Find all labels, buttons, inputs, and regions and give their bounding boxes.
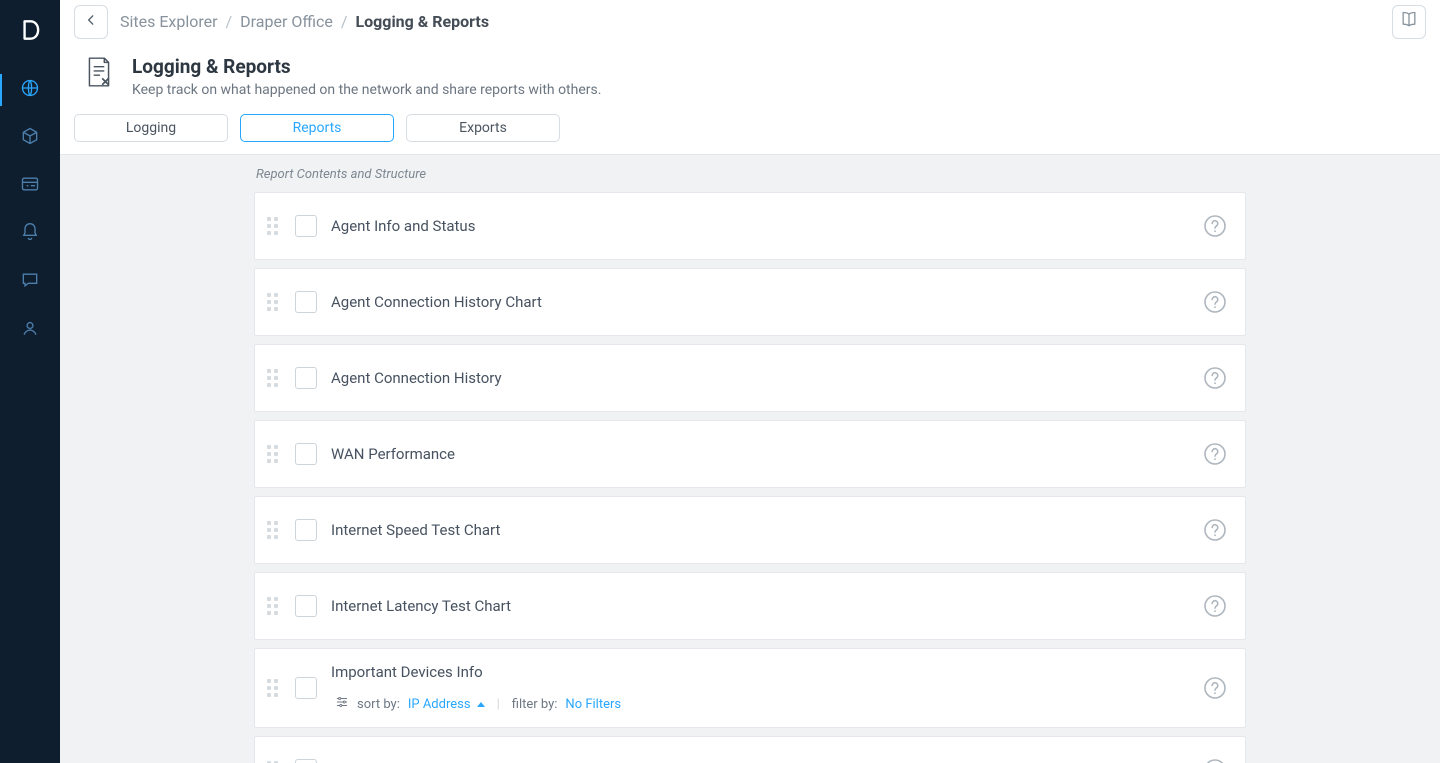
tab-exports[interactable]: Exports bbox=[406, 114, 560, 142]
sidebar-nav-dashboard[interactable] bbox=[0, 162, 60, 210]
breadcrumb-level-2[interactable]: Draper Office bbox=[240, 12, 333, 31]
report-item-body: Internet Latency Test Chart bbox=[331, 597, 1203, 615]
breadcrumb-separator: / bbox=[341, 12, 348, 31]
report-item-body: Agent Connection History Chart bbox=[331, 293, 1203, 311]
include-checkbox[interactable] bbox=[295, 595, 317, 617]
report-item-title: Agent Connection History bbox=[331, 369, 1203, 387]
help-icon[interactable] bbox=[1203, 518, 1227, 542]
help-icon[interactable] bbox=[1203, 442, 1227, 466]
page-subtitle: Keep track on what happened on the netwo… bbox=[132, 82, 601, 98]
report-item-title: WAN Performance bbox=[331, 445, 1203, 463]
report-item: Internet Speed Test Chart bbox=[254, 496, 1246, 564]
sidebar-nav-user[interactable] bbox=[0, 306, 60, 354]
topbar: Sites Explorer / Draper Office / Logging… bbox=[60, 0, 1440, 43]
chat-icon bbox=[20, 270, 40, 294]
report-item-title: Internet Latency Test Chart bbox=[331, 597, 1203, 615]
report-item-body: Agent Info and Status bbox=[331, 217, 1203, 235]
report-item: Agent Connection History Chart bbox=[254, 268, 1246, 336]
sort-by-label: sort by: bbox=[357, 697, 400, 712]
caret-up-icon bbox=[477, 702, 485, 707]
help-icon[interactable] bbox=[1203, 758, 1227, 763]
chevron-left-icon bbox=[84, 13, 98, 30]
drag-handle-icon[interactable] bbox=[267, 521, 281, 539]
sidebar-nav-chat[interactable] bbox=[0, 258, 60, 306]
include-checkbox[interactable] bbox=[295, 519, 317, 541]
include-checkbox[interactable] bbox=[295, 215, 317, 237]
report-item-title: Agent Connection History Chart bbox=[331, 293, 1203, 311]
bell-icon bbox=[20, 222, 40, 246]
section-label: Report Contents and Structure bbox=[254, 167, 1246, 192]
sidebar-nav-sites[interactable] bbox=[0, 66, 60, 114]
breadcrumb-level-1[interactable]: Sites Explorer bbox=[120, 12, 218, 31]
content-scroll[interactable]: Report Contents and Structure Agent Info… bbox=[60, 155, 1440, 763]
page-header: Logging & Reports Keep track on what hap… bbox=[60, 43, 1440, 104]
report-item: Internet Latency Test Chart bbox=[254, 572, 1246, 640]
sidebar bbox=[0, 0, 60, 763]
help-icon[interactable] bbox=[1203, 594, 1227, 618]
report-item: Agent Info and Status bbox=[254, 192, 1246, 260]
drag-handle-icon[interactable] bbox=[267, 679, 281, 697]
page-title: Logging & Reports bbox=[132, 55, 601, 78]
tab-logging[interactable]: Logging bbox=[74, 114, 228, 142]
report-item: Important Devices Info sort by: IP Address… bbox=[254, 648, 1246, 728]
report-item: WAN Performance bbox=[254, 420, 1246, 488]
report-item-body: Agent Connection History bbox=[331, 369, 1203, 387]
filter-by-value[interactable]: No Filters bbox=[565, 697, 621, 712]
sort-by-value[interactable]: IP Address bbox=[408, 697, 485, 712]
report-item-body: WAN Performance bbox=[331, 445, 1203, 463]
include-checkbox[interactable] bbox=[295, 677, 317, 699]
drag-handle-icon[interactable] bbox=[267, 217, 281, 235]
filter-by-label: filter by: bbox=[512, 697, 558, 712]
sidebar-nav-alerts[interactable] bbox=[0, 210, 60, 258]
main-panel: Sites Explorer / Draper Office / Logging… bbox=[60, 0, 1440, 763]
report-item-controls: sort by: IP Address | filter by: No Filters bbox=[331, 695, 1203, 713]
cube-icon bbox=[20, 126, 40, 150]
report-items-list: Agent Info and Status Agent Connection Hi… bbox=[254, 192, 1246, 763]
report-item: Not Important Devices Info bbox=[254, 736, 1246, 763]
tabs: Logging Reports Exports bbox=[60, 104, 1440, 155]
app-logo[interactable] bbox=[0, 0, 60, 60]
breadcrumb-current: Logging & Reports bbox=[355, 12, 489, 31]
drag-handle-icon[interactable] bbox=[267, 293, 281, 311]
back-button[interactable] bbox=[74, 5, 108, 39]
report-item: Agent Connection History bbox=[254, 344, 1246, 412]
divider: | bbox=[493, 697, 504, 712]
drag-handle-icon[interactable] bbox=[267, 369, 281, 387]
report-item-body: Internet Speed Test Chart bbox=[331, 521, 1203, 539]
report-item-title: Internet Speed Test Chart bbox=[331, 521, 1203, 539]
docs-button[interactable] bbox=[1392, 5, 1426, 39]
report-item-title: Agent Info and Status bbox=[331, 217, 1203, 235]
include-checkbox[interactable] bbox=[295, 291, 317, 313]
help-icon[interactable] bbox=[1203, 290, 1227, 314]
tab-reports[interactable]: Reports bbox=[240, 114, 394, 142]
report-item-body: Important Devices Info sort by: IP Address… bbox=[331, 663, 1203, 713]
help-icon[interactable] bbox=[1203, 366, 1227, 390]
book-icon bbox=[1399, 10, 1419, 33]
breadcrumb-separator: / bbox=[226, 12, 233, 31]
include-checkbox[interactable] bbox=[295, 759, 317, 763]
drag-handle-icon[interactable] bbox=[267, 445, 281, 463]
dashboard-icon bbox=[20, 174, 40, 198]
report-doc-icon bbox=[82, 55, 116, 93]
globe-icon bbox=[20, 78, 40, 102]
breadcrumb: Sites Explorer / Draper Office / Logging… bbox=[120, 12, 489, 31]
sliders-icon bbox=[335, 695, 349, 713]
sidebar-nav-inventory[interactable] bbox=[0, 114, 60, 162]
help-icon[interactable] bbox=[1203, 676, 1227, 700]
user-icon bbox=[20, 318, 40, 342]
include-checkbox[interactable] bbox=[295, 443, 317, 465]
help-icon[interactable] bbox=[1203, 214, 1227, 238]
report-item-title: Important Devices Info bbox=[331, 663, 1203, 681]
include-checkbox[interactable] bbox=[295, 367, 317, 389]
drag-handle-icon[interactable] bbox=[267, 597, 281, 615]
